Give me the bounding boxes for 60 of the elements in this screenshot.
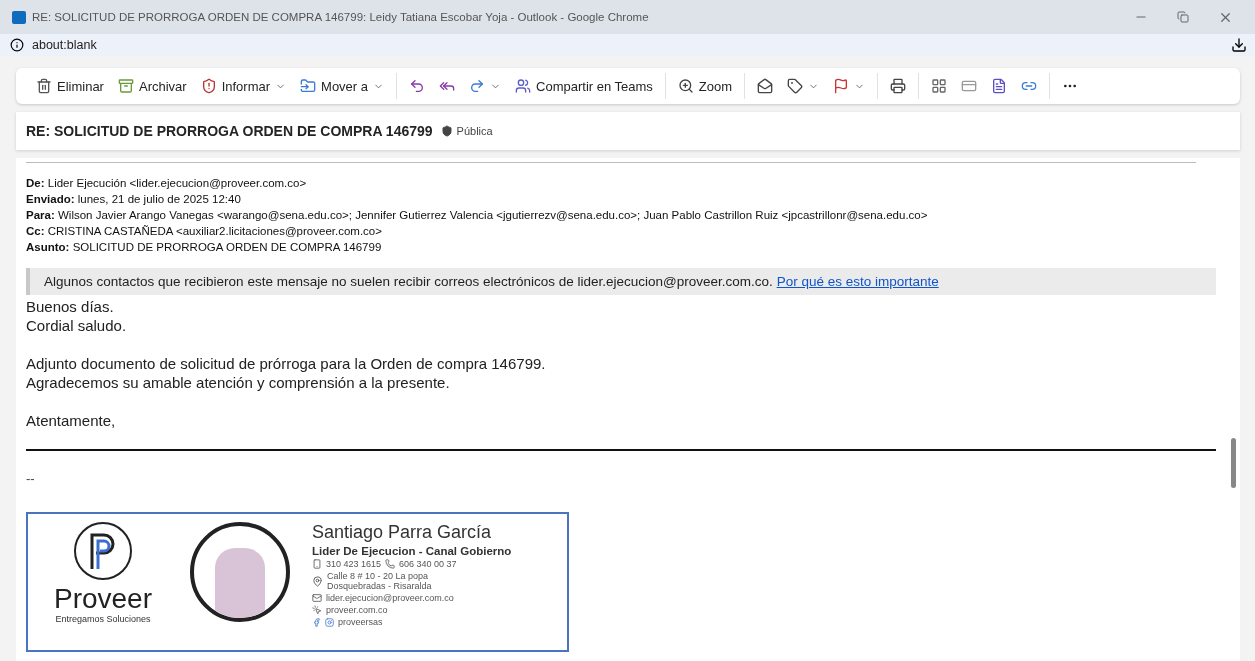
forward-icon (469, 78, 486, 94)
signature-email: lider.ejecucion@proveer.com.co (326, 593, 454, 603)
toolbar-button[interactable]: Informar (194, 75, 293, 97)
archive-icon (117, 78, 134, 94)
toolbar-button[interactable]: Mover a (294, 75, 391, 97)
reply-icon (409, 78, 426, 94)
card-icon (961, 78, 978, 94)
logo-icon (74, 522, 132, 580)
tag-icon (787, 78, 804, 94)
toolbar-button[interactable]: Compartir en Teams (509, 75, 659, 97)
signature-website: proveer.com.co (326, 605, 388, 615)
address-line: Dosquebradas - Risaralda (327, 581, 432, 591)
sensitivity-label: Pública (440, 125, 493, 137)
scrollbar-thumb[interactable] (1231, 438, 1236, 488)
social-handle: proveersas (338, 617, 383, 627)
brand-name: Proveer (53, 584, 152, 614)
envelope-icon (757, 78, 774, 94)
mail-icon (312, 593, 322, 603)
outlook-icon (12, 10, 26, 24)
message-subject: RE: SOLICITUD DE PRORROGA ORDEN DE COMPRA 146799 (26, 123, 433, 139)
signature-name: Santiago Parra García (312, 522, 493, 543)
location-icon (312, 575, 323, 587)
why-important-link[interactable]: Por qué es esto importante (776, 274, 939, 289)
phone-number: 606 340 00 37 (399, 559, 457, 569)
signature-separator: -- (26, 471, 36, 486)
zoom-icon (677, 78, 694, 94)
restore-icon (1177, 11, 1189, 23)
info-icon[interactable] (10, 38, 24, 52)
body-text: Atentamente, (26, 411, 117, 430)
document-icon (991, 78, 1008, 94)
toolbar-button[interactable]: Eliminar (30, 75, 110, 97)
toolbar-button[interactable]: Zoom (671, 75, 739, 97)
body-text: Buenos días. (26, 297, 115, 316)
download-icon[interactable] (1231, 37, 1247, 53)
body-text: Adjunto documento de solicitud de prórroga para la Orden de compra 146799. (26, 354, 547, 373)
shield-alert-icon (200, 78, 217, 94)
phone-icon (385, 559, 396, 569)
window-title: RE: SOLICITUD DE PRORROGA ORDEN DE COMPRA 146799: Leidy Tatiana Escobar Yoja - Outlook - Google Chrome (32, 11, 650, 23)
brand-slogan: Entregamos Soluciones (55, 614, 151, 624)
header-line: Asunto: SOLICITUD DE PRORROGA ORDEN DE COMPRA 146799 (26, 240, 383, 255)
flag-icon (833, 78, 850, 94)
mobile-icon (312, 559, 322, 569)
instagram-icon (325, 617, 334, 627)
print-icon (890, 78, 907, 94)
body-text: Cordial saludo. (26, 316, 128, 335)
grid-icon (931, 78, 948, 94)
facebook-icon (312, 617, 321, 627)
body-text: Agradecemos su amable atención y comprensión a la presente. (26, 373, 451, 392)
address-line: Calle 8 # 10 - 20 La popa (327, 571, 430, 581)
mobile-number: 310 423 1615 (326, 559, 382, 569)
header-line: De: Lider Ejecución <lider.ejecucion@proveer.com.co> (26, 176, 308, 191)
header-line: Cc: CRISTINA CASTAÑEDA <auxiliar2.licitaciones@proveer.com.co> (26, 224, 383, 239)
header-line: Para: Wilson Javier Arango Vanegas <warango@sena.edu.co>; Jennifer Gutierrez Valencia <jgutierrezv@sena.edu.co>; Juan Pablo Castrillon Ruiz <jpcastrillonr@sena.edu.co> (26, 208, 929, 223)
shield-icon (440, 125, 453, 137)
header-line: Enviado: lunes, 21 de julio de 2025 12:40 (26, 192, 242, 207)
warning-banner: Algunos contactos que recibieron este mensaje no suelen recibir correos electrónicos de lider.ejecucion@proveer.com.co. Por qué es esto importante (26, 268, 1216, 295)
trash-icon (36, 78, 52, 94)
signature-role: Lider De Ejecucion - Canal Gobierno (312, 545, 512, 557)
toolbar-button[interactable]: Archivar (111, 75, 193, 97)
folder-icon (300, 78, 317, 94)
